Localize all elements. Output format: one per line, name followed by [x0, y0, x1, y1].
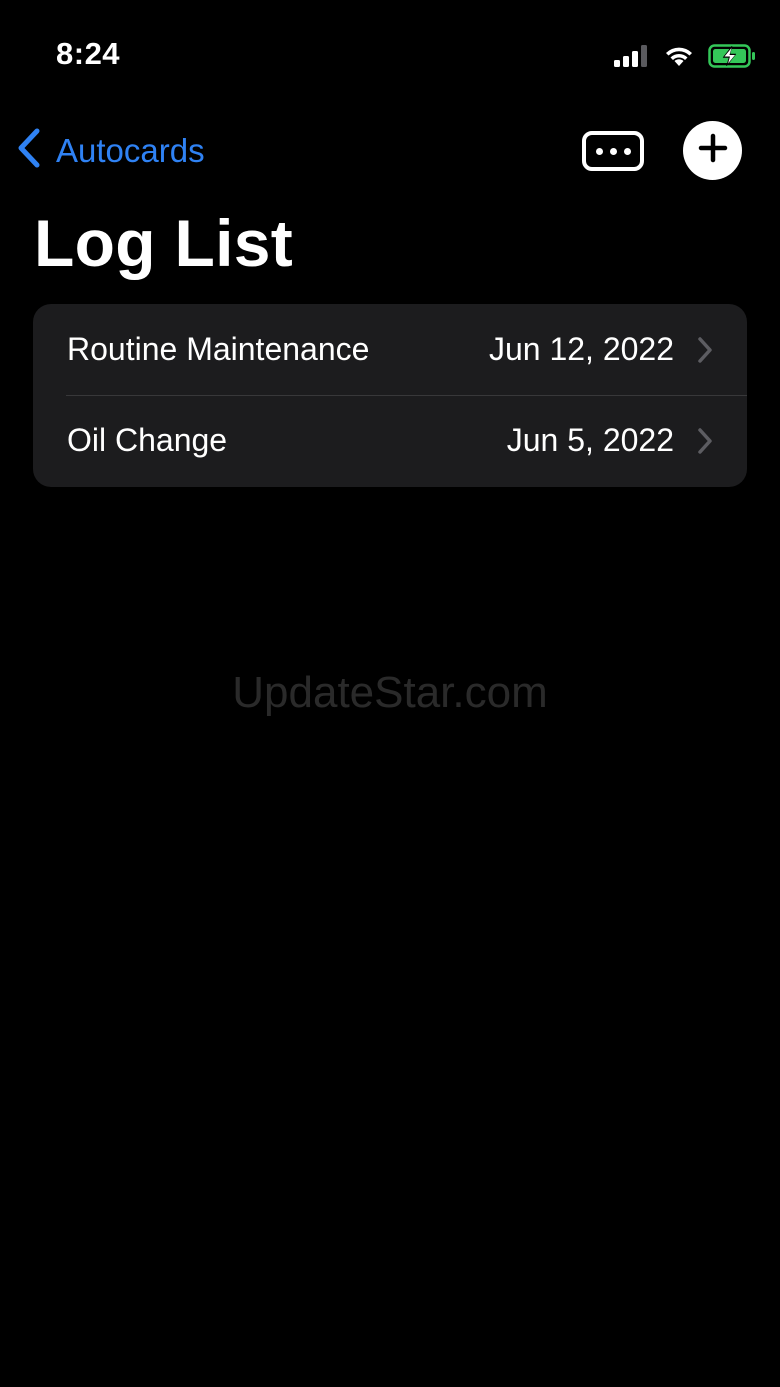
log-title: Oil Change	[67, 422, 228, 458]
log-list: Routine Maintenance Jun 12, 2022 Oil Cha…	[33, 304, 747, 487]
log-row-routine-maintenance[interactable]: Routine Maintenance Jun 12, 2022	[33, 304, 747, 395]
log-title: Routine Maintenance	[67, 331, 370, 367]
chevron-right-icon	[696, 336, 714, 364]
battery-charging-icon	[708, 44, 756, 73]
log-date: Jun 5, 2022	[506, 422, 674, 458]
plus-icon	[698, 133, 728, 168]
chevron-right-icon	[696, 427, 714, 455]
ellipsis-icon	[595, 147, 603, 155]
add-log-button[interactable]	[683, 121, 742, 180]
status-icons	[614, 44, 756, 73]
navigation-bar: Autocards	[0, 110, 780, 194]
more-options-button[interactable]	[582, 131, 644, 171]
watermark: UpdateStar.com	[232, 668, 548, 717]
page-title: Log List	[34, 206, 294, 280]
status-time: 8:24	[56, 36, 121, 71]
back-button[interactable]: Autocards	[16, 128, 205, 173]
log-date: Jun 12, 2022	[488, 331, 674, 367]
log-row-oil-change[interactable]: Oil Change Jun 5, 2022	[33, 395, 747, 486]
cellular-signal-icon	[614, 45, 650, 72]
chevron-left-icon	[16, 128, 42, 173]
wifi-icon	[664, 45, 694, 72]
back-label: Autocards	[56, 131, 205, 169]
status-bar: 8:24	[0, 0, 780, 110]
